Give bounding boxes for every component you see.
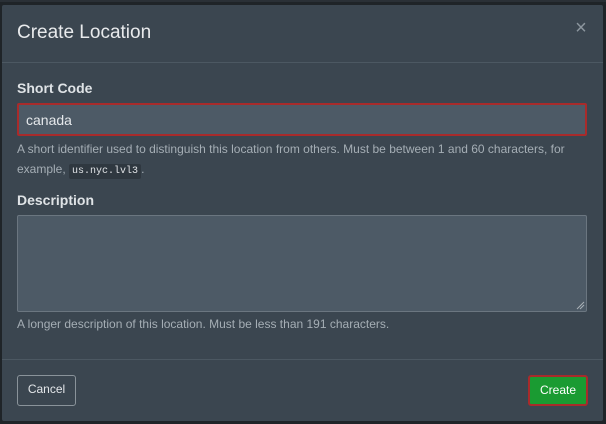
modal-title: Create Location	[17, 22, 152, 43]
short-code-input[interactable]	[17, 103, 587, 136]
cancel-button[interactable]: Cancel	[17, 375, 76, 406]
description-help: A longer description of this location. M…	[17, 317, 390, 331]
description-textarea[interactable]	[17, 215, 587, 312]
resize-grip-icon[interactable]	[575, 300, 585, 310]
short-code-help-suffix: .	[141, 162, 145, 176]
description-label: Description	[17, 192, 95, 208]
short-code-example: us.nyc.lvl3	[69, 164, 142, 179]
modal-footer: Cancel Create	[2, 359, 603, 421]
backdrop-divider	[0, 0, 606, 2]
create-location-modal: Create Location × Short Code A short ide…	[2, 5, 603, 421]
short-code-help: A short identifier used to distinguish t…	[17, 139, 587, 182]
create-button[interactable]: Create	[528, 375, 588, 406]
close-icon[interactable]: ×	[573, 18, 589, 38]
modal-header: Create Location ×	[2, 5, 603, 63]
short-code-label: Short Code	[17, 80, 93, 96]
